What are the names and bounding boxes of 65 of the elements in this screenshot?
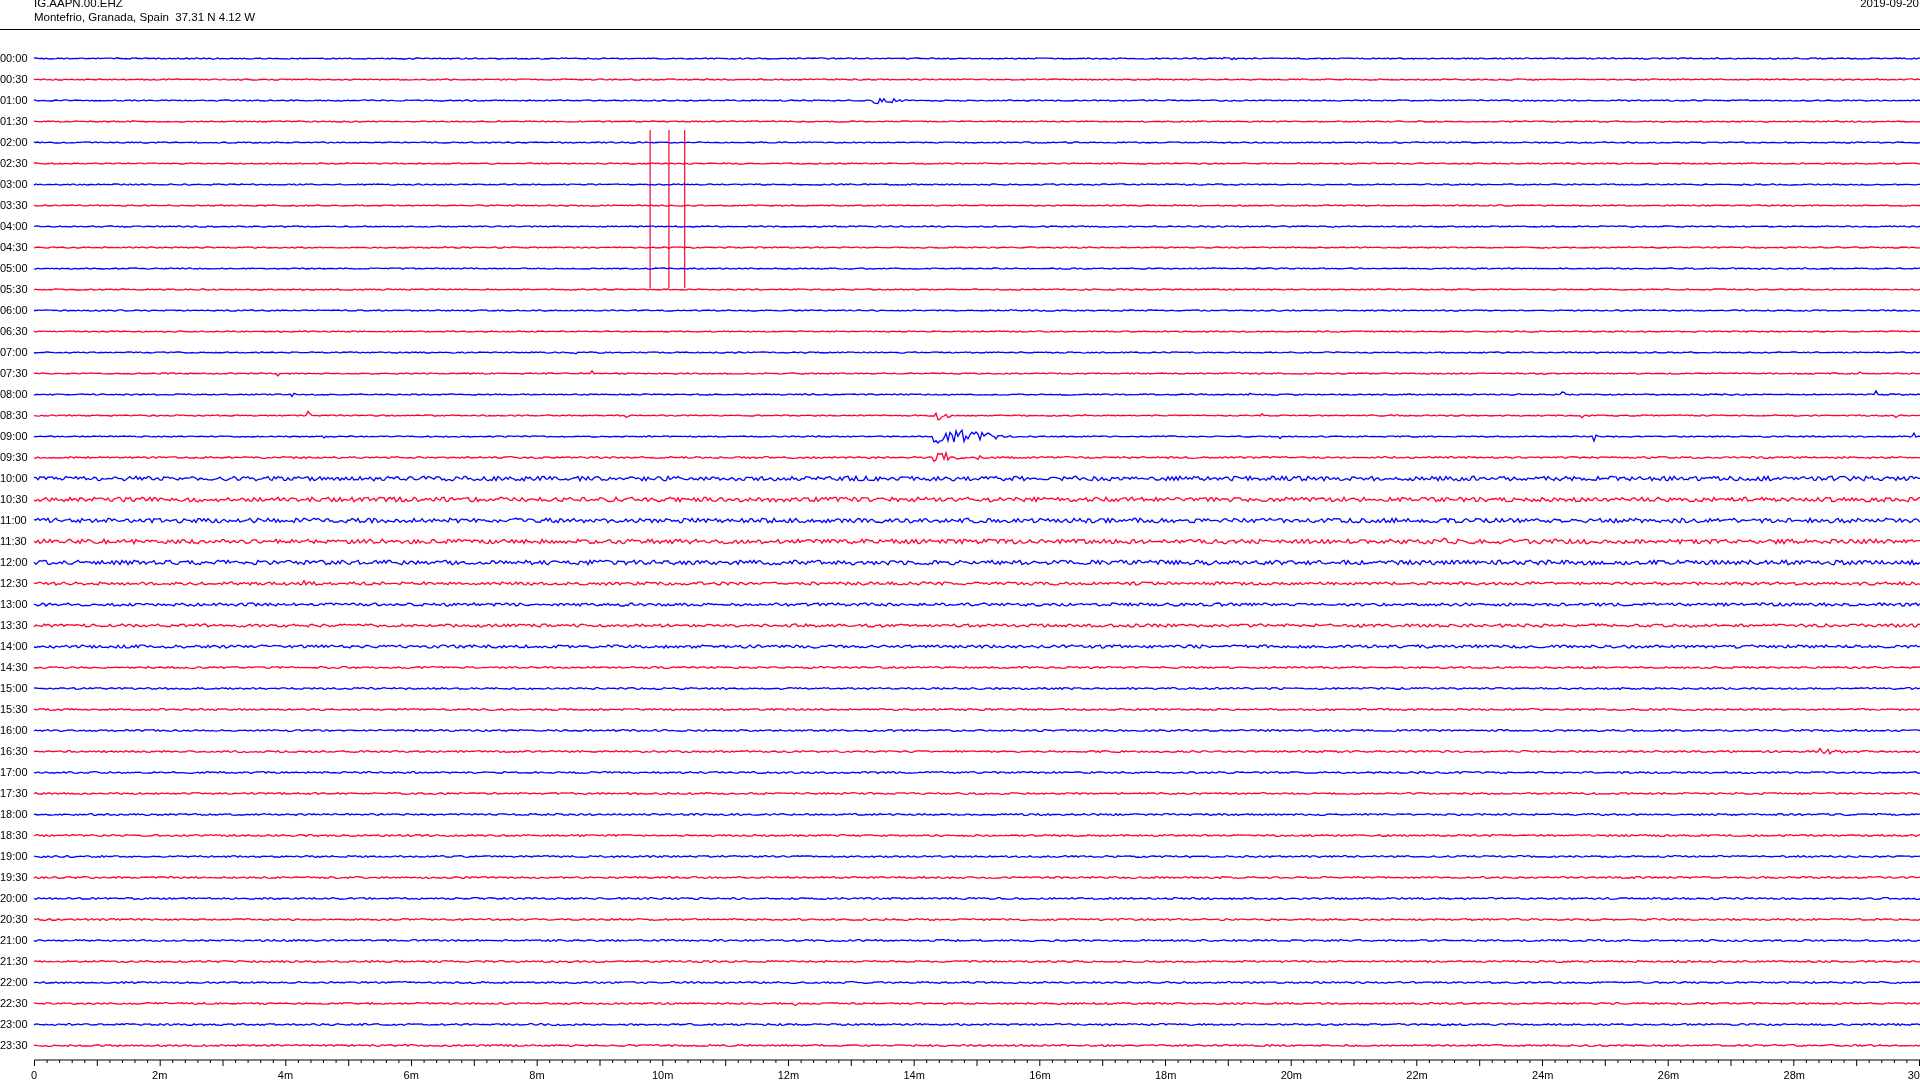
axis-label: 4m xyxy=(277,1069,294,1080)
time-label: 17:30 xyxy=(0,787,29,800)
time-label: 20:00 xyxy=(0,892,29,905)
axis-label: 22m xyxy=(1406,1069,1428,1080)
time-label: 10:00 xyxy=(0,472,29,485)
axis-label: 24m xyxy=(1532,1069,1554,1080)
time-label: 05:30 xyxy=(0,283,29,296)
axis-label: 16m xyxy=(1029,1069,1051,1080)
axis-label: 2m xyxy=(152,1069,168,1080)
time-label: 11:30 xyxy=(0,535,28,548)
time-label: 05:00 xyxy=(0,262,29,275)
time-label: 19:30 xyxy=(0,871,29,884)
time-label: 22:30 xyxy=(0,997,29,1010)
time-label: 09:00 xyxy=(0,430,29,443)
time-label: 00:30 xyxy=(0,73,29,86)
time-label: 03:30 xyxy=(0,199,29,212)
axis-label: 8m xyxy=(529,1069,545,1080)
time-label: 19:00 xyxy=(0,850,29,863)
time-label: 06:30 xyxy=(0,325,29,338)
time-label: 23:30 xyxy=(0,1039,29,1052)
axis-label: 28m xyxy=(1783,1069,1805,1080)
time-label: 23:00 xyxy=(0,1018,29,1031)
time-label: 03:00 xyxy=(0,178,29,191)
time-label: 01:00 xyxy=(0,94,29,107)
station-location: Montefrio, Granada, Spain 37.31 N 4.12 W xyxy=(34,10,256,24)
axis-label: 12m xyxy=(777,1069,800,1080)
time-label: 15:30 xyxy=(0,703,29,716)
time-label: 10:30 xyxy=(0,493,29,506)
time-label: 14:30 xyxy=(0,661,29,674)
axis-label: 30 xyxy=(1907,1069,1920,1080)
time-label: 08:30 xyxy=(0,409,29,422)
time-label: 14:00 xyxy=(0,640,29,653)
axis-label: 0 xyxy=(30,1069,38,1080)
time-label: 13:00 xyxy=(0,598,29,611)
time-label: 20:30 xyxy=(0,913,29,926)
axis-label: 26m xyxy=(1657,1069,1680,1080)
time-label: 22:00 xyxy=(0,976,29,989)
time-label: 02:00 xyxy=(0,136,29,149)
axis-label: 20m xyxy=(1280,1069,1303,1080)
time-label: 04:30 xyxy=(0,241,29,254)
time-label: 07:30 xyxy=(0,367,29,380)
time-label: 11:00 xyxy=(0,514,28,527)
time-label: 09:30 xyxy=(0,451,29,464)
time-label: 01:30 xyxy=(0,115,29,128)
time-label: 21:30 xyxy=(0,955,29,968)
time-label: 21:00 xyxy=(0,934,29,947)
time-label: 18:30 xyxy=(0,829,29,842)
axis-label: 18m xyxy=(1154,1069,1177,1080)
axis-label: 6m xyxy=(403,1069,419,1080)
time-label: 12:00 xyxy=(0,556,29,569)
time-label: 12:30 xyxy=(0,577,29,590)
time-label: 08:00 xyxy=(0,388,29,401)
time-label: 16:30 xyxy=(0,745,29,758)
time-label: 18:00 xyxy=(0,808,29,821)
time-label: 00:00 xyxy=(0,52,29,65)
time-label: 13:30 xyxy=(0,619,29,632)
time-label: 04:00 xyxy=(0,220,29,233)
time-label: 06:00 xyxy=(0,304,29,317)
axis-label: 14m xyxy=(903,1069,925,1080)
time-label: 15:00 xyxy=(0,682,29,695)
axis-label: 10m xyxy=(651,1069,674,1080)
time-label: 16:00 xyxy=(0,724,29,737)
time-label: 17:00 xyxy=(0,766,29,779)
time-label: 02:30 xyxy=(0,157,29,170)
time-label: 07:00 xyxy=(0,346,29,359)
